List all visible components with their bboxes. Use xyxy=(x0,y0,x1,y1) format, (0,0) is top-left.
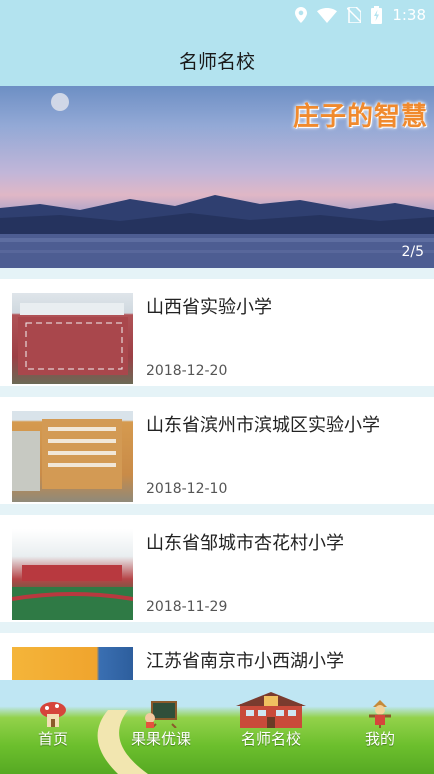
title-bar: 名师名校 xyxy=(0,34,434,86)
status-icons: 1:38 xyxy=(295,6,426,24)
nav-courses[interactable]: 果果优课 xyxy=(131,701,192,749)
school-name: 山东省邹城市杏花村小学 xyxy=(146,533,344,554)
banner-page-indicator: 2/5 xyxy=(401,244,424,260)
banner-caption: 庄子的智慧 xyxy=(292,102,428,132)
nav-mine-label: 我的 xyxy=(365,730,396,748)
school-name: 江苏省南京市小西湖小学 xyxy=(146,651,344,672)
no-sim-icon xyxy=(347,7,362,23)
banner-carousel[interactable]: 庄子的智慧 2/5 xyxy=(0,86,434,268)
mushroom-house-icon xyxy=(39,700,67,732)
school-list[interactable]: 山西省实验小学 2018-12-20 山东省滨州市滨城区实验小学 2018-12… xyxy=(0,268,434,680)
school-thumbnail xyxy=(12,293,133,384)
status-bar: 1:38 xyxy=(0,0,434,34)
school-name: 山西省实验小学 xyxy=(146,297,272,318)
list-item[interactable]: 江苏省南京市小西湖小学 xyxy=(0,633,434,680)
status-time: 1:38 xyxy=(392,6,426,24)
nav-mine[interactable]: 我的 xyxy=(365,700,396,749)
page-title: 名师名校 xyxy=(178,50,255,73)
school-thumbnail xyxy=(12,411,133,502)
bottom-navigation: 首页 果果优课 名师名校 我的 xyxy=(0,680,434,774)
school-date: 2018-12-20 xyxy=(146,363,228,379)
wifi-icon xyxy=(317,7,338,23)
nav-home-label: 首页 xyxy=(38,730,69,748)
list-item[interactable]: 山东省邹城市杏花村小学 2018-11-29 xyxy=(0,515,434,622)
list-item[interactable]: 山东省滨州市滨城区实验小学 2018-12-10 xyxy=(0,397,434,504)
nav-home[interactable]: 首页 xyxy=(38,702,69,749)
school-building-icon xyxy=(236,690,306,734)
nav-courses-label: 果果优课 xyxy=(131,730,192,748)
school-thumbnail xyxy=(12,529,133,620)
list-item[interactable]: 山西省实验小学 2018-12-20 xyxy=(0,279,434,386)
location-icon xyxy=(295,7,308,23)
scarecrow-icon xyxy=(367,700,393,732)
nav-schools[interactable]: 名师名校 xyxy=(236,692,306,749)
battery-charging-icon xyxy=(371,6,383,24)
chalkboard-icon xyxy=(144,700,178,732)
school-date: 2018-12-10 xyxy=(146,481,228,497)
school-name: 山东省滨州市滨城区实验小学 xyxy=(146,415,380,436)
school-thumbnail xyxy=(12,647,133,680)
school-date: 2018-11-29 xyxy=(146,599,228,615)
